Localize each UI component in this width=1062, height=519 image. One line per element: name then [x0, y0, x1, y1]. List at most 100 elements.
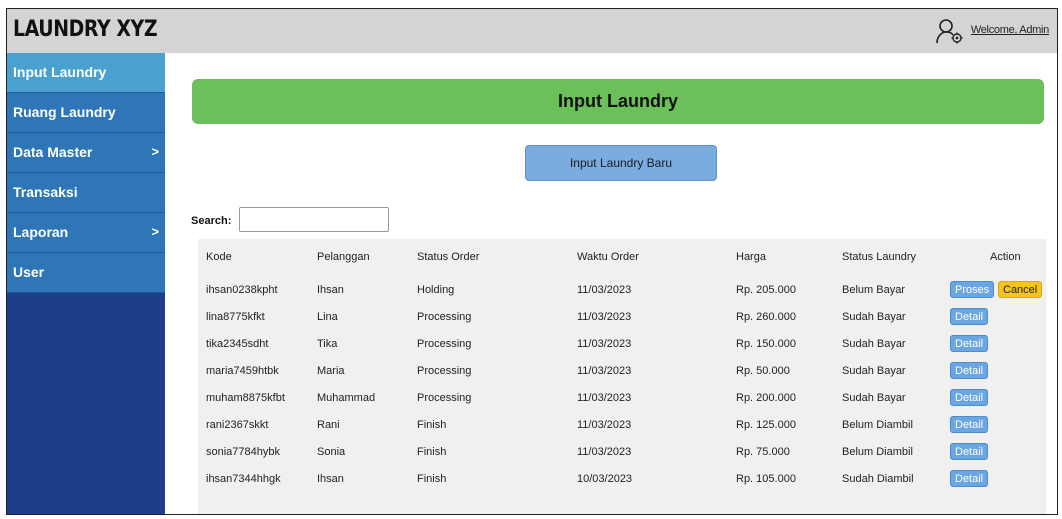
sidebar-item-label: Input Laundry: [13, 64, 107, 80]
app-logo: LAUNDRY XYZ: [13, 17, 158, 42]
welcome-link[interactable]: Welcome, Admin: [971, 24, 1049, 36]
detail-button[interactable]: Detail: [950, 335, 989, 352]
cell-kode: rani2367skkt: [206, 419, 269, 431]
top-strip: [0, 0, 1062, 8]
cell-pelanggan: Tika: [317, 338, 338, 350]
cell-waktu-order: 11/03/2023: [577, 419, 632, 431]
detail-button[interactable]: Detail: [950, 470, 989, 487]
cancel-button[interactable]: Cancel: [998, 281, 1043, 298]
cell-status-order: Processing: [417, 311, 472, 323]
header-status-laundry: Status Laundry: [842, 251, 916, 263]
chevron-right-icon: >: [151, 144, 159, 159]
cell-pelanggan: Muhammad: [317, 392, 376, 404]
cell-pelanggan: Maria: [317, 365, 345, 377]
header-status-order: Status Order: [417, 251, 480, 263]
main-content: Input Laundry Input Laundry Baru Search:…: [165, 53, 1057, 514]
table-row: muham8875kfbt Muhammad Processing 11/03/202…: [198, 385, 1046, 411]
cell-kode: maria7459htbk: [206, 365, 279, 377]
proses-button[interactable]: Proses: [950, 281, 995, 298]
cell-waktu-order: 11/03/2023: [577, 365, 632, 377]
detail-button[interactable]: Detail: [950, 443, 989, 460]
cell-status-order: Finish: [417, 446, 447, 458]
table-row: tika2345sdht Tika Processing 11/03/2023 Rp. …: [198, 331, 1046, 357]
cell-harga: Rp. 105.000: [736, 473, 796, 485]
laundry-table: Kode Pelanggan Status Order Waktu Order …: [198, 239, 1046, 514]
cell-harga: Rp. 50.000: [736, 365, 790, 377]
user-gear-icon[interactable]: [935, 18, 965, 44]
cell-harga: Rp. 150.000: [736, 338, 796, 350]
detail-button[interactable]: Detail: [950, 308, 989, 325]
cell-harga: Rp. 125.000: [736, 419, 796, 431]
sidebar-item-label: Data Master: [13, 144, 93, 160]
detail-button[interactable]: Detail: [950, 389, 989, 406]
cell-pelanggan: Rani: [317, 419, 340, 431]
cell-harga: Rp. 75.000: [736, 446, 790, 458]
cell-kode: muham8875kfbt: [206, 392, 285, 404]
sidebar-item-input-laundry[interactable]: Input Laundry: [7, 53, 165, 93]
cell-pelanggan: Ihsan: [317, 284, 344, 296]
cell-kode: tika2345sdht: [206, 338, 269, 350]
table-row: maria7459htbk Maria Processing 11/03/2023 Rp…: [198, 358, 1046, 384]
header-pelanggan: Pelanggan: [317, 251, 370, 263]
cell-status-laundry: Sudah Bayar: [842, 338, 906, 350]
sidebar: Input Laundry Ruang Laundry Data Master …: [7, 53, 165, 514]
cell-kode: ihsan0238kpht: [206, 284, 278, 296]
cell-status-laundry: Sudah Bayar: [842, 365, 906, 377]
cell-status-laundry: Sudah Bayar: [842, 311, 906, 323]
cell-kode: lina8775kfkt: [206, 311, 265, 323]
search-label: Search:: [191, 215, 232, 227]
table-header: Kode Pelanggan Status Order Waktu Order …: [198, 239, 1046, 275]
detail-button[interactable]: Detail: [950, 416, 989, 433]
cell-status-order: Finish: [417, 473, 447, 485]
cell-harga: Rp. 205.000: [736, 284, 796, 296]
cell-status-order: Processing: [417, 365, 472, 377]
cell-pelanggan: Ihsan: [317, 473, 344, 485]
table-row: lina8775kfkt Lina Processing 11/03/2023 Rp. …: [198, 304, 1046, 330]
cell-waktu-order: 11/03/2023: [577, 338, 632, 350]
header-kode: Kode: [206, 251, 232, 263]
search-input[interactable]: [239, 207, 389, 232]
sidebar-item-label: User: [13, 264, 45, 280]
input-laundry-baru-button[interactable]: Input Laundry Baru: [525, 145, 717, 181]
cell-pelanggan: Sonia: [317, 446, 346, 458]
sidebar-item-laporan[interactable]: Laporan >: [7, 213, 165, 253]
cell-status-laundry: Sudah Diambil: [842, 473, 914, 485]
cell-status-laundry: Belum Bayar: [842, 284, 905, 296]
app-window: LAUNDRY XYZ Welcome, Admin Input Laundry…: [6, 8, 1058, 515]
sidebar-item-label: Ruang Laundry: [13, 104, 116, 120]
sidebar-item-data-master[interactable]: Data Master >: [7, 133, 165, 173]
cell-status-order: Processing: [417, 338, 472, 350]
sidebar-item-ruang-laundry[interactable]: Ruang Laundry: [7, 93, 165, 133]
cell-status-laundry: Belum Diambil: [842, 446, 913, 458]
table-row: sonia7784hybk Sonia Finish 11/03/2023 Rp. 75…: [198, 439, 1046, 465]
page-title: Input Laundry: [192, 79, 1044, 124]
cell-status-order: Processing: [417, 392, 472, 404]
cell-waktu-order: 10/03/2023: [577, 473, 633, 485]
sidebar-item-transaksi[interactable]: Transaksi: [7, 173, 165, 213]
cell-status-laundry: Sudah Bayar: [842, 392, 906, 404]
table-row: rani2367skkt Rani Finish 11/03/2023 Rp. 125.…: [198, 412, 1046, 438]
cell-waktu-order: 11/03/2023: [577, 446, 632, 458]
cell-status-order: Holding: [417, 284, 455, 296]
table-row: ihsan0238kpht Ihsan Holding 11/03/2023 Rp. 2…: [198, 277, 1046, 303]
chevron-right-icon: >: [151, 224, 159, 239]
cell-kode: sonia7784hybk: [206, 446, 281, 458]
cell-waktu-order: 11/03/2023: [577, 311, 632, 323]
table-row: ihsan7344hhgk Ihsan Finish 10/03/2023 Rp. 10…: [198, 466, 1046, 492]
detail-button[interactable]: Detail: [950, 362, 989, 379]
cell-waktu-order: 11/03/2023: [577, 392, 632, 404]
sidebar-item-label: Laporan: [13, 224, 69, 240]
cell-harga: Rp. 260.000: [736, 311, 796, 323]
cell-pelanggan: Lina: [317, 311, 338, 323]
top-header: LAUNDRY XYZ Welcome, Admin: [7, 9, 1057, 53]
header-waktu-order: Waktu Order: [577, 251, 639, 263]
header-action: Action: [990, 251, 1021, 263]
cell-harga: Rp. 200.000: [736, 392, 796, 404]
cell-status-order: Finish: [417, 419, 447, 431]
cell-status-laundry: Belum Diambil: [842, 419, 913, 431]
header-harga: Harga: [736, 251, 766, 263]
cell-waktu-order: 11/03/2023: [577, 284, 632, 296]
sidebar-item-user[interactable]: User: [7, 253, 165, 293]
sidebar-item-label: Transaksi: [13, 184, 78, 200]
cell-kode: ihsan7344hhgk: [206, 473, 281, 485]
